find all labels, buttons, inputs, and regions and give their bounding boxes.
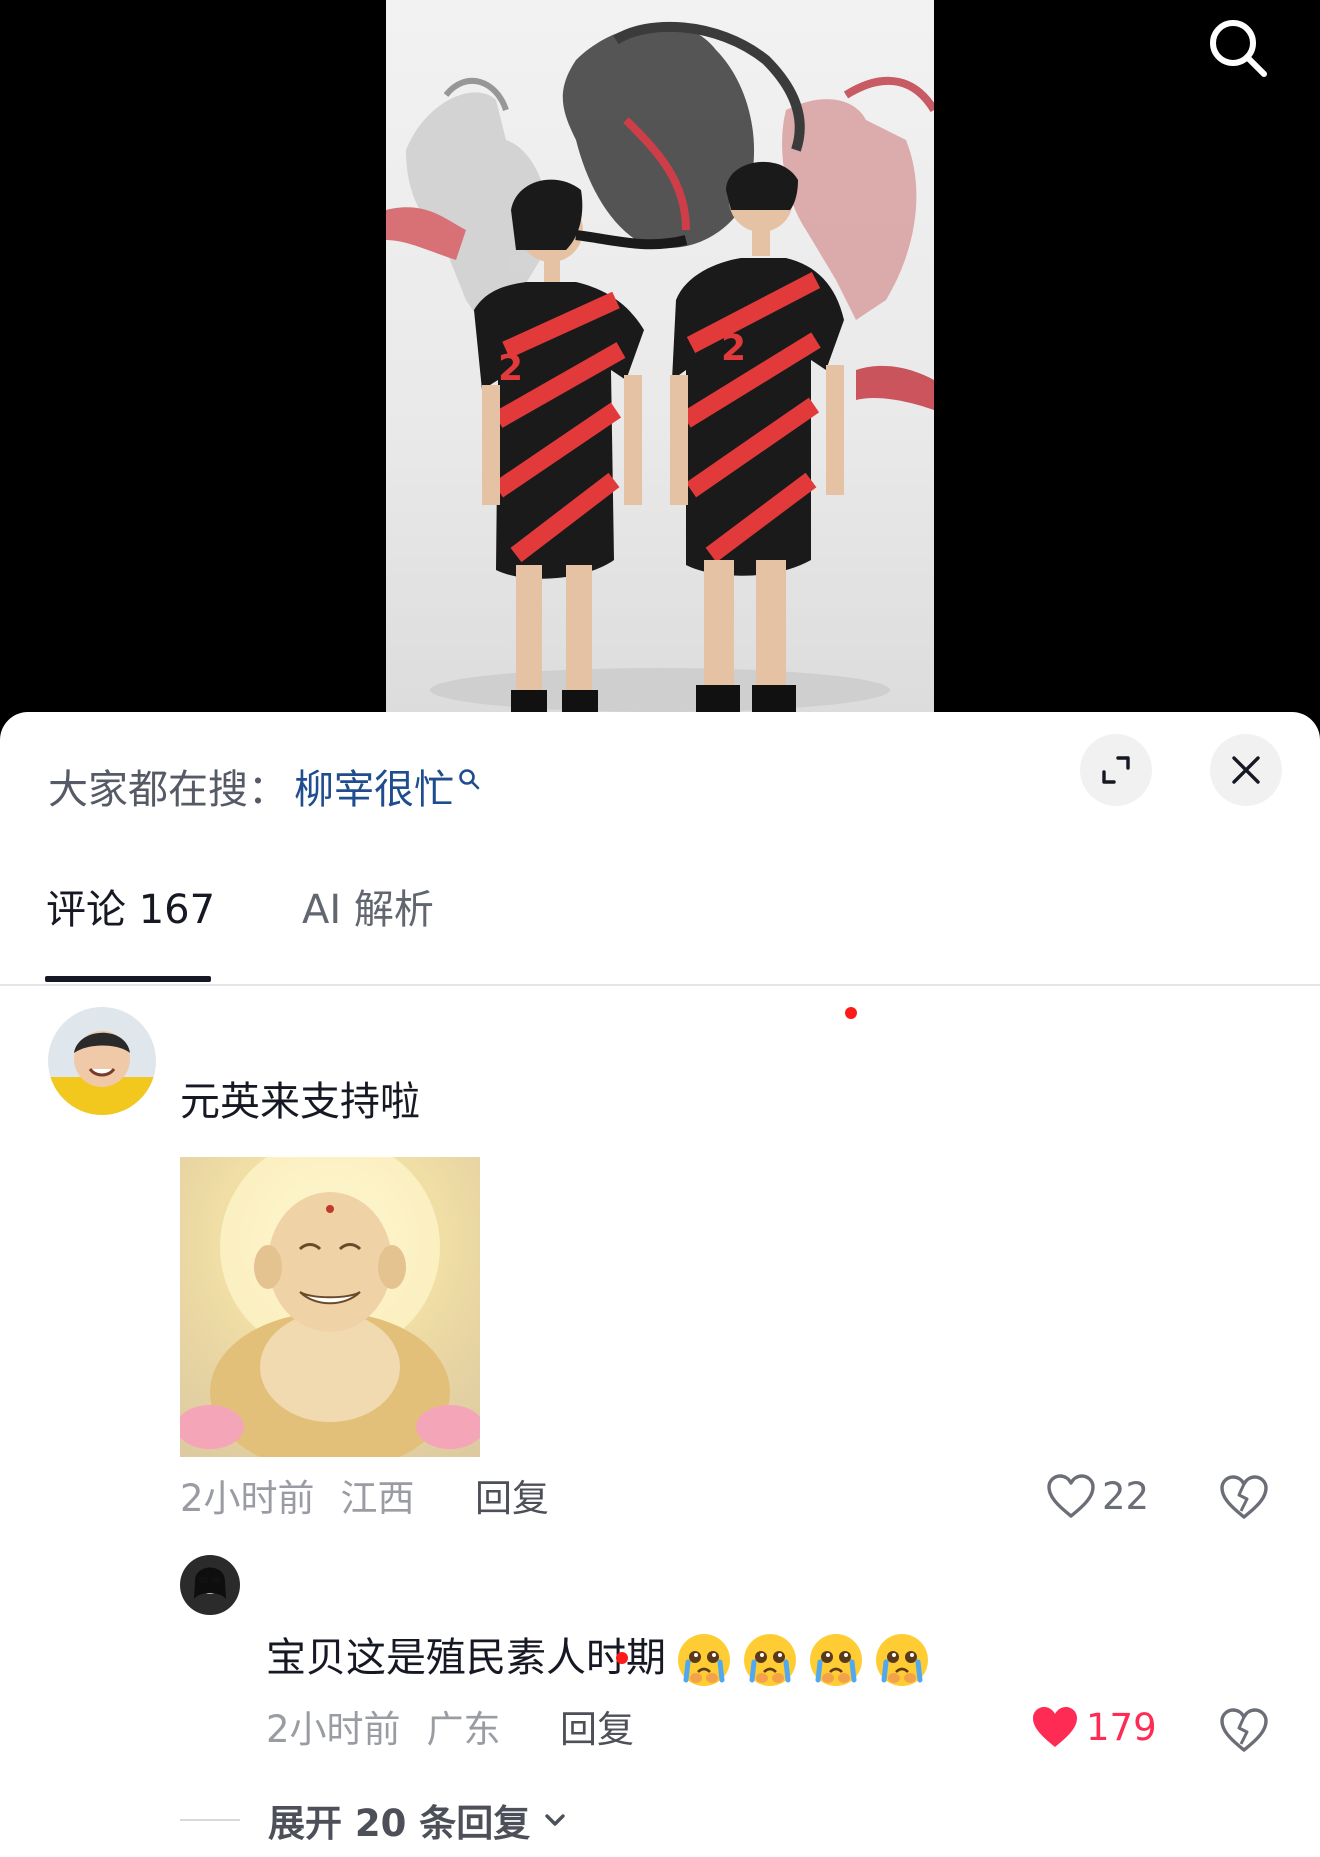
crying-face-emoji: [676, 1632, 732, 1688]
red-dot-marker: [616, 1652, 628, 1664]
chevron-down-icon: [545, 1814, 565, 1826]
reply-avatar[interactable]: [180, 1555, 240, 1615]
tab-comments[interactable]: 评论 167: [46, 882, 215, 938]
comment-time: 2小时前: [180, 1477, 315, 1520]
like-count: 22: [1102, 1475, 1150, 1518]
comment-meta: 2小时前 江西: [180, 1474, 415, 1524]
close-button[interactable]: [1210, 734, 1282, 806]
like-count: 179: [1086, 1706, 1157, 1749]
reply-button[interactable]: 回复: [475, 1474, 549, 1524]
video-frame[interactable]: 2 2: [386, 0, 934, 720]
crying-face-emoji: [874, 1632, 930, 1688]
expand-replies-label: 展开 20 条回复: [268, 1802, 531, 1845]
reply-avatar-image: [180, 1555, 240, 1615]
crying-face-emoji: [742, 1632, 798, 1688]
comment-location: 江西: [340, 1477, 415, 1520]
heart-icon: [1047, 1474, 1095, 1518]
dislike-button[interactable]: [1216, 1470, 1272, 1526]
dislike-heart-icon: [1220, 1708, 1268, 1752]
svg-text:2: 2: [498, 348, 523, 389]
reply-text-line: 宝贝这是殖民素人时期: [266, 1630, 930, 1688]
search-icon: [1210, 20, 1267, 77]
video-still-illustration: 2 2: [386, 21, 934, 715]
small-search-icon: [458, 754, 480, 800]
comment-sheet: 大家都在搜： 柳宰很忙 评论 167 AI 解析 元英来支持啦 2小时前 江西 …: [0, 712, 1320, 1857]
red-dot-marker: [845, 1007, 857, 1019]
heart-icon-filled: [1033, 1707, 1077, 1747]
expand-button[interactable]: [1080, 734, 1152, 806]
reply-button[interactable]: 回复: [560, 1705, 634, 1755]
avatar[interactable]: [48, 1007, 156, 1115]
trending-search-term[interactable]: 柳宰很忙: [294, 757, 454, 815]
reply-time: 2小时前: [266, 1708, 401, 1751]
comment-image[interactable]: [180, 1157, 480, 1457]
video-player[interactable]: 2 2: [0, 0, 1320, 720]
divider-line: [180, 1819, 240, 1821]
tab-bar: 评论 167 AI 解析: [0, 862, 1320, 986]
reply-text: 宝贝这是殖民素人时期: [266, 1635, 666, 1681]
dislike-heart-icon: [1220, 1475, 1268, 1519]
reply-location: 广东: [426, 1708, 501, 1751]
like-button[interactable]: 22: [1046, 1472, 1149, 1522]
expand-icon: [1102, 756, 1130, 784]
active-tab-indicator: [45, 976, 211, 982]
svg-text:2: 2: [721, 328, 746, 369]
search-button[interactable]: [1200, 10, 1276, 86]
trending-search-prefix: 大家都在搜：: [48, 767, 288, 813]
reply-meta: 2小时前 广东: [266, 1705, 501, 1755]
trending-search-hint[interactable]: 大家都在搜： 柳宰很忙: [48, 756, 480, 816]
tab-ai-analysis[interactable]: AI 解析: [302, 882, 434, 938]
like-button[interactable]: 179: [1030, 1703, 1157, 1753]
expand-replies-button[interactable]: 展开 20 条回复: [180, 1792, 572, 1848]
laughing-buddha-sticker: [180, 1157, 480, 1457]
avatar-image: [48, 1007, 156, 1115]
dislike-button[interactable]: [1216, 1703, 1272, 1759]
crying-face-emoji: [808, 1632, 864, 1688]
close-icon: [1232, 756, 1260, 784]
comment-text: 元英来支持啦: [180, 1079, 420, 1125]
